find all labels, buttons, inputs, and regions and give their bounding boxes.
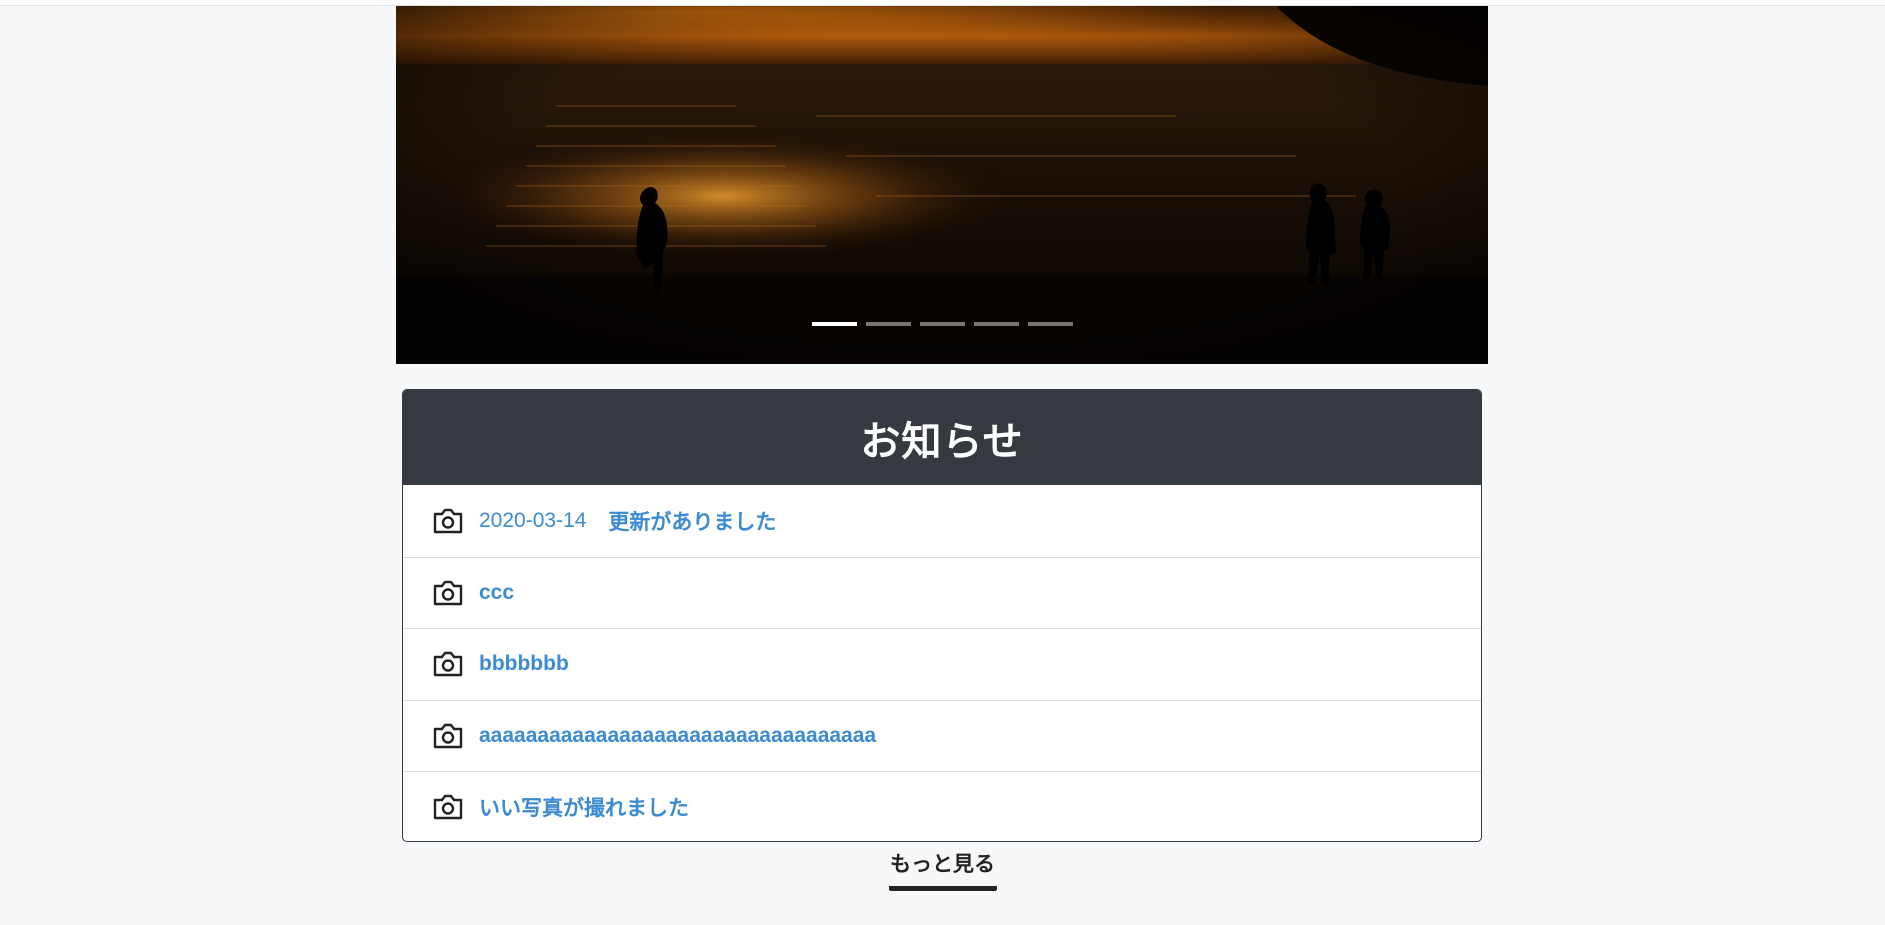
news-link[interactable]: いい写真が撮れました xyxy=(479,792,689,822)
news-date: 2020-03-14 xyxy=(479,508,587,532)
more-container: もっと見る xyxy=(0,848,1885,891)
news-item[interactable]: いい写真が撮れました xyxy=(403,771,1481,841)
news-link[interactable]: bbbbbbb xyxy=(479,652,569,676)
news-link[interactable]: 更新がありました xyxy=(608,506,776,536)
news-title: お知らせ xyxy=(860,419,1024,464)
news-item[interactable]: aaaaaaaaaaaaaaaaaaaaaaaaaaaaaaaaaa xyxy=(403,699,1481,772)
carousel-indicator-4[interactable] xyxy=(973,322,1019,326)
news-item[interactable]: bbbbbbb xyxy=(403,628,1481,700)
camera-icon xyxy=(433,508,463,533)
more-button[interactable]: もっと見る xyxy=(888,848,997,891)
news-item[interactable]: ccc xyxy=(403,556,1481,629)
news-list: 2020-03-14 更新がありました ccc bbbbbbb aaaaaaaa… xyxy=(403,485,1481,841)
hero-carousel[interactable] xyxy=(396,6,1488,364)
carousel-indicator-1[interactable] xyxy=(811,322,857,326)
news-link[interactable]: ccc xyxy=(479,581,514,605)
camera-icon xyxy=(433,580,463,605)
camera-icon xyxy=(433,723,463,748)
camera-icon xyxy=(433,652,463,677)
news-link[interactable]: aaaaaaaaaaaaaaaaaaaaaaaaaaaaaaaaaa xyxy=(479,724,876,748)
carousel-indicator-2[interactable] xyxy=(865,322,911,326)
carousel-indicator-3[interactable] xyxy=(919,322,965,326)
news-header: お知らせ xyxy=(403,390,1481,485)
camera-icon xyxy=(433,795,463,820)
carousel-indicators xyxy=(396,322,1488,326)
news-card: お知らせ 2020-03-14 更新がありました ccc bbbbbbb aaa… xyxy=(402,389,1482,842)
carousel-slide-image xyxy=(396,6,1488,364)
carousel-indicator-5[interactable] xyxy=(1027,322,1073,326)
news-item[interactable]: 2020-03-14 更新がありました xyxy=(403,485,1481,557)
